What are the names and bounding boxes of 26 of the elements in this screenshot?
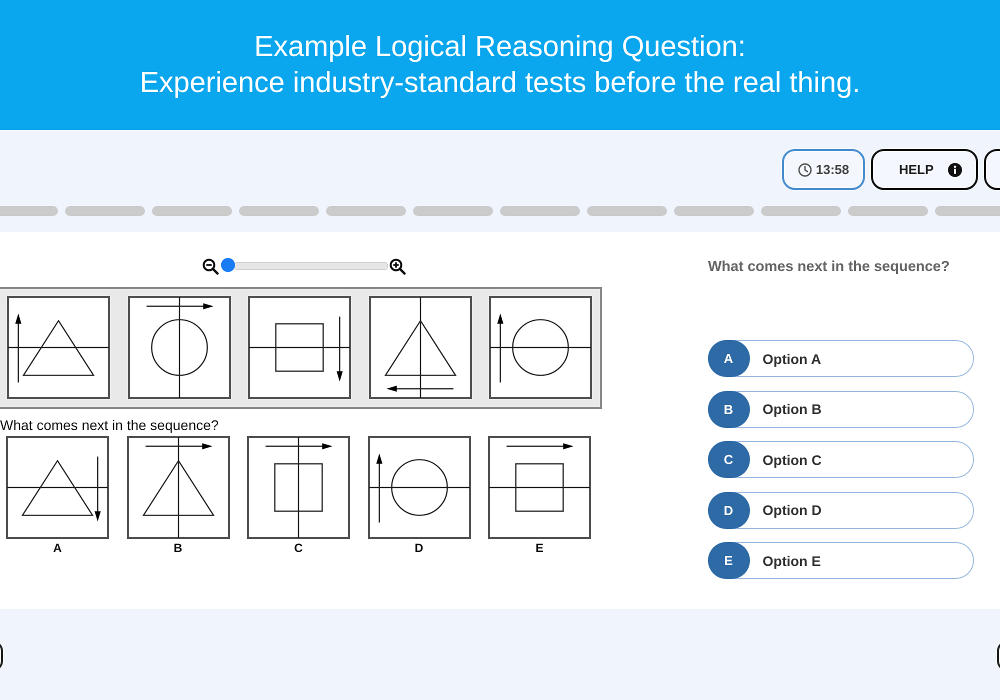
option-button[interactable]: D Option D — [708, 492, 974, 528]
option-button[interactable]: C Option C — [708, 441, 974, 478]
question-text: What comes next in the sequence? — [708, 258, 951, 276]
banner-title: Example Logical Reasoning Question: — [254, 30, 746, 65]
option-letter: C — [708, 441, 750, 478]
option-letter: B — [708, 390, 750, 428]
puzzle-prompt: What comes next in the sequence? — [0, 417, 220, 434]
option-letter: A — [708, 340, 750, 377]
banner-subtitle: Experience industry-standard tests before the real thing. — [140, 66, 860, 101]
answer-label: A — [53, 541, 62, 555]
info-icon — [948, 162, 962, 176]
zoom-out-icon[interactable] — [202, 258, 219, 274]
answer-label: C — [294, 541, 303, 555]
answer-label: B — [174, 541, 182, 555]
timer-button[interactable]: 13:58 — [782, 149, 865, 190]
option-letter: D — [708, 492, 750, 528]
answer-label: E — [535, 541, 544, 555]
option-button[interactable]: B Option B — [708, 390, 974, 428]
zoom-in-icon[interactable] — [389, 258, 406, 274]
option-button[interactable]: A Option A — [708, 340, 974, 377]
option-button[interactable]: E Option E — [708, 542, 974, 579]
option-letter: E — [708, 542, 750, 579]
help-button[interactable]: HELP — [871, 149, 978, 190]
clock-icon — [798, 162, 812, 176]
answer-label: D — [414, 541, 424, 555]
zoom-slider-thumb[interactable] — [221, 258, 235, 272]
